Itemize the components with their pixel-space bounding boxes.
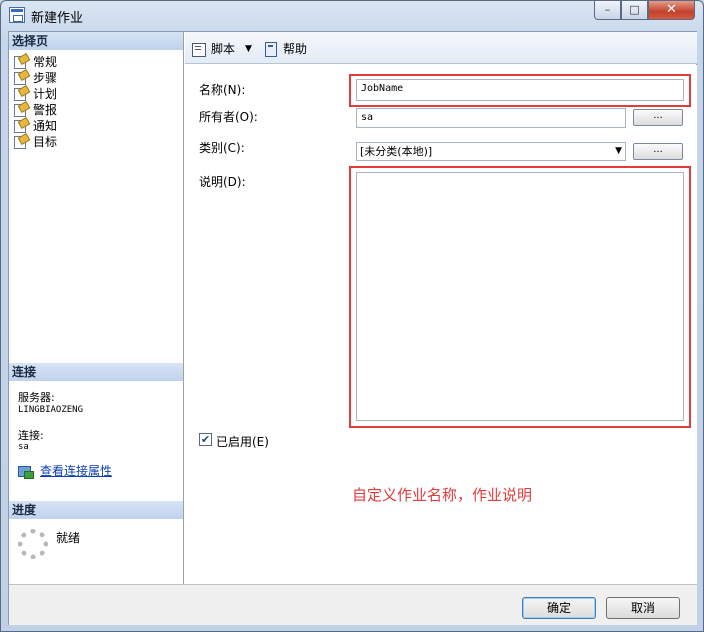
enabled-label[interactable]: 已启用(E) bbox=[216, 433, 269, 450]
name-input[interactable]: JobName bbox=[356, 79, 684, 101]
dialog-footer: 确定 取消 bbox=[9, 584, 697, 625]
page-item-general[interactable]: 常规 bbox=[13, 53, 57, 69]
page-item-label: 警报 bbox=[33, 102, 58, 117]
description-textarea[interactable] bbox=[356, 172, 684, 421]
cancel-button[interactable]: 取消 bbox=[606, 597, 680, 619]
page-item-label: 计划 bbox=[33, 86, 58, 101]
progress-status: 就绪 bbox=[56, 531, 81, 545]
script-icon bbox=[191, 42, 207, 57]
maximize-button[interactable]: □ bbox=[621, 1, 648, 20]
page-icon bbox=[13, 135, 29, 149]
title-bar[interactable]: 新建作业 – □ ✕ bbox=[1, 1, 703, 29]
server-label: 服务器: bbox=[18, 391, 55, 404]
script-button[interactable]: 脚本 ▼ bbox=[191, 40, 252, 57]
page-item-steps[interactable]: 步骤 bbox=[13, 69, 57, 85]
page-item-notifications[interactable]: 通知 bbox=[13, 117, 57, 133]
connection-value: sa bbox=[18, 442, 29, 452]
page-item-targets[interactable]: 目标 bbox=[13, 133, 57, 149]
page-item-schedules[interactable]: 计划 bbox=[13, 85, 57, 101]
page-list: 常规 步骤 计划 警报 通知 目标 bbox=[13, 53, 57, 149]
page-item-alerts[interactable]: 警报 bbox=[13, 101, 57, 117]
toolbar: 脚本 ▼ 帮助 bbox=[185, 32, 697, 64]
page-item-label: 通知 bbox=[33, 118, 58, 133]
page-icon bbox=[13, 55, 29, 69]
close-button[interactable]: ✕ bbox=[648, 1, 695, 20]
page-item-label: 步骤 bbox=[33, 70, 58, 85]
page-icon bbox=[13, 119, 29, 133]
progress-spinner-icon bbox=[18, 529, 48, 559]
description-label: 说明(D): bbox=[199, 175, 246, 189]
category-browse-button[interactable]: ... bbox=[633, 143, 683, 160]
help-button[interactable]: 帮助 bbox=[263, 40, 307, 57]
window-title: 新建作业 bbox=[31, 11, 84, 26]
server-value: LINGBIAOZENG bbox=[18, 405, 84, 415]
general-page-form: 名称(N): JobName 所有者(O): sa ... 类别(C): [未分… bbox=[185, 65, 697, 584]
page-item-label: 常规 bbox=[33, 54, 58, 69]
connection-header: 连接 bbox=[9, 363, 183, 381]
dialog-client-area: 选择页 常规 步骤 计划 警报 通知 目标 连接 服务器: LINGBIAOZE… bbox=[8, 31, 697, 625]
page-icon bbox=[13, 87, 29, 101]
page-item-label: 目标 bbox=[33, 134, 58, 149]
connection-label: 连接: bbox=[18, 429, 44, 442]
owner-browse-button[interactable]: ... bbox=[633, 109, 683, 126]
annotation-text: 自定义作业名称，作业说明 bbox=[352, 486, 533, 504]
progress-header: 进度 bbox=[9, 501, 183, 519]
help-icon bbox=[263, 41, 279, 57]
enabled-checkbox[interactable]: ✔ bbox=[199, 433, 212, 446]
chevron-down-icon[interactable]: ▼ bbox=[245, 44, 252, 54]
script-label: 脚本 bbox=[211, 42, 236, 56]
connection-properties-icon bbox=[18, 464, 34, 479]
left-panel: 选择页 常规 步骤 计划 警报 通知 目标 连接 服务器: LINGBIAOZE… bbox=[9, 32, 184, 584]
owner-input[interactable]: sa bbox=[356, 108, 626, 128]
select-page-header: 选择页 bbox=[9, 32, 183, 50]
page-icon bbox=[13, 71, 29, 85]
view-connection-properties-label[interactable]: 查看连接属性 bbox=[40, 462, 112, 479]
app-icon bbox=[9, 7, 25, 23]
owner-label: 所有者(O): bbox=[199, 110, 258, 124]
category-select[interactable]: [未分类(本地)] ▼ bbox=[356, 142, 626, 161]
chevron-down-icon: ▼ bbox=[615, 146, 622, 156]
view-connection-properties-link[interactable]: 查看连接属性 bbox=[18, 462, 112, 479]
ok-button[interactable]: 确定 bbox=[522, 597, 596, 619]
category-selected-value: [未分类(本地)] bbox=[360, 145, 433, 158]
new-job-dialog: 新建作业 – □ ✕ 选择页 常规 步骤 计划 警报 通知 目标 连接 服务器:… bbox=[0, 0, 704, 632]
minimize-button[interactable]: – bbox=[594, 1, 621, 20]
category-label: 类别(C): bbox=[199, 141, 245, 155]
name-label: 名称(N): bbox=[199, 83, 246, 97]
page-icon bbox=[13, 103, 29, 117]
help-label: 帮助 bbox=[283, 42, 308, 56]
